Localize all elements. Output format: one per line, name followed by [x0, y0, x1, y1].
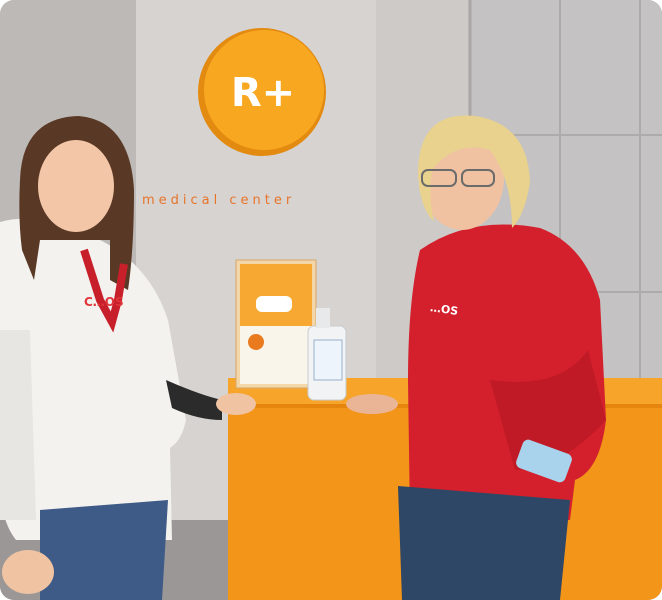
- photo: R+ medical center C…OS …OS: [0, 0, 662, 600]
- jeans-right: [398, 486, 570, 600]
- left-hoodie-print: C…OS: [84, 295, 124, 309]
- jeans-left: [40, 500, 168, 600]
- logo-r-plus: R+: [230, 70, 296, 116]
- face-left: [38, 140, 114, 232]
- medical-center-sign: medical center: [142, 193, 296, 208]
